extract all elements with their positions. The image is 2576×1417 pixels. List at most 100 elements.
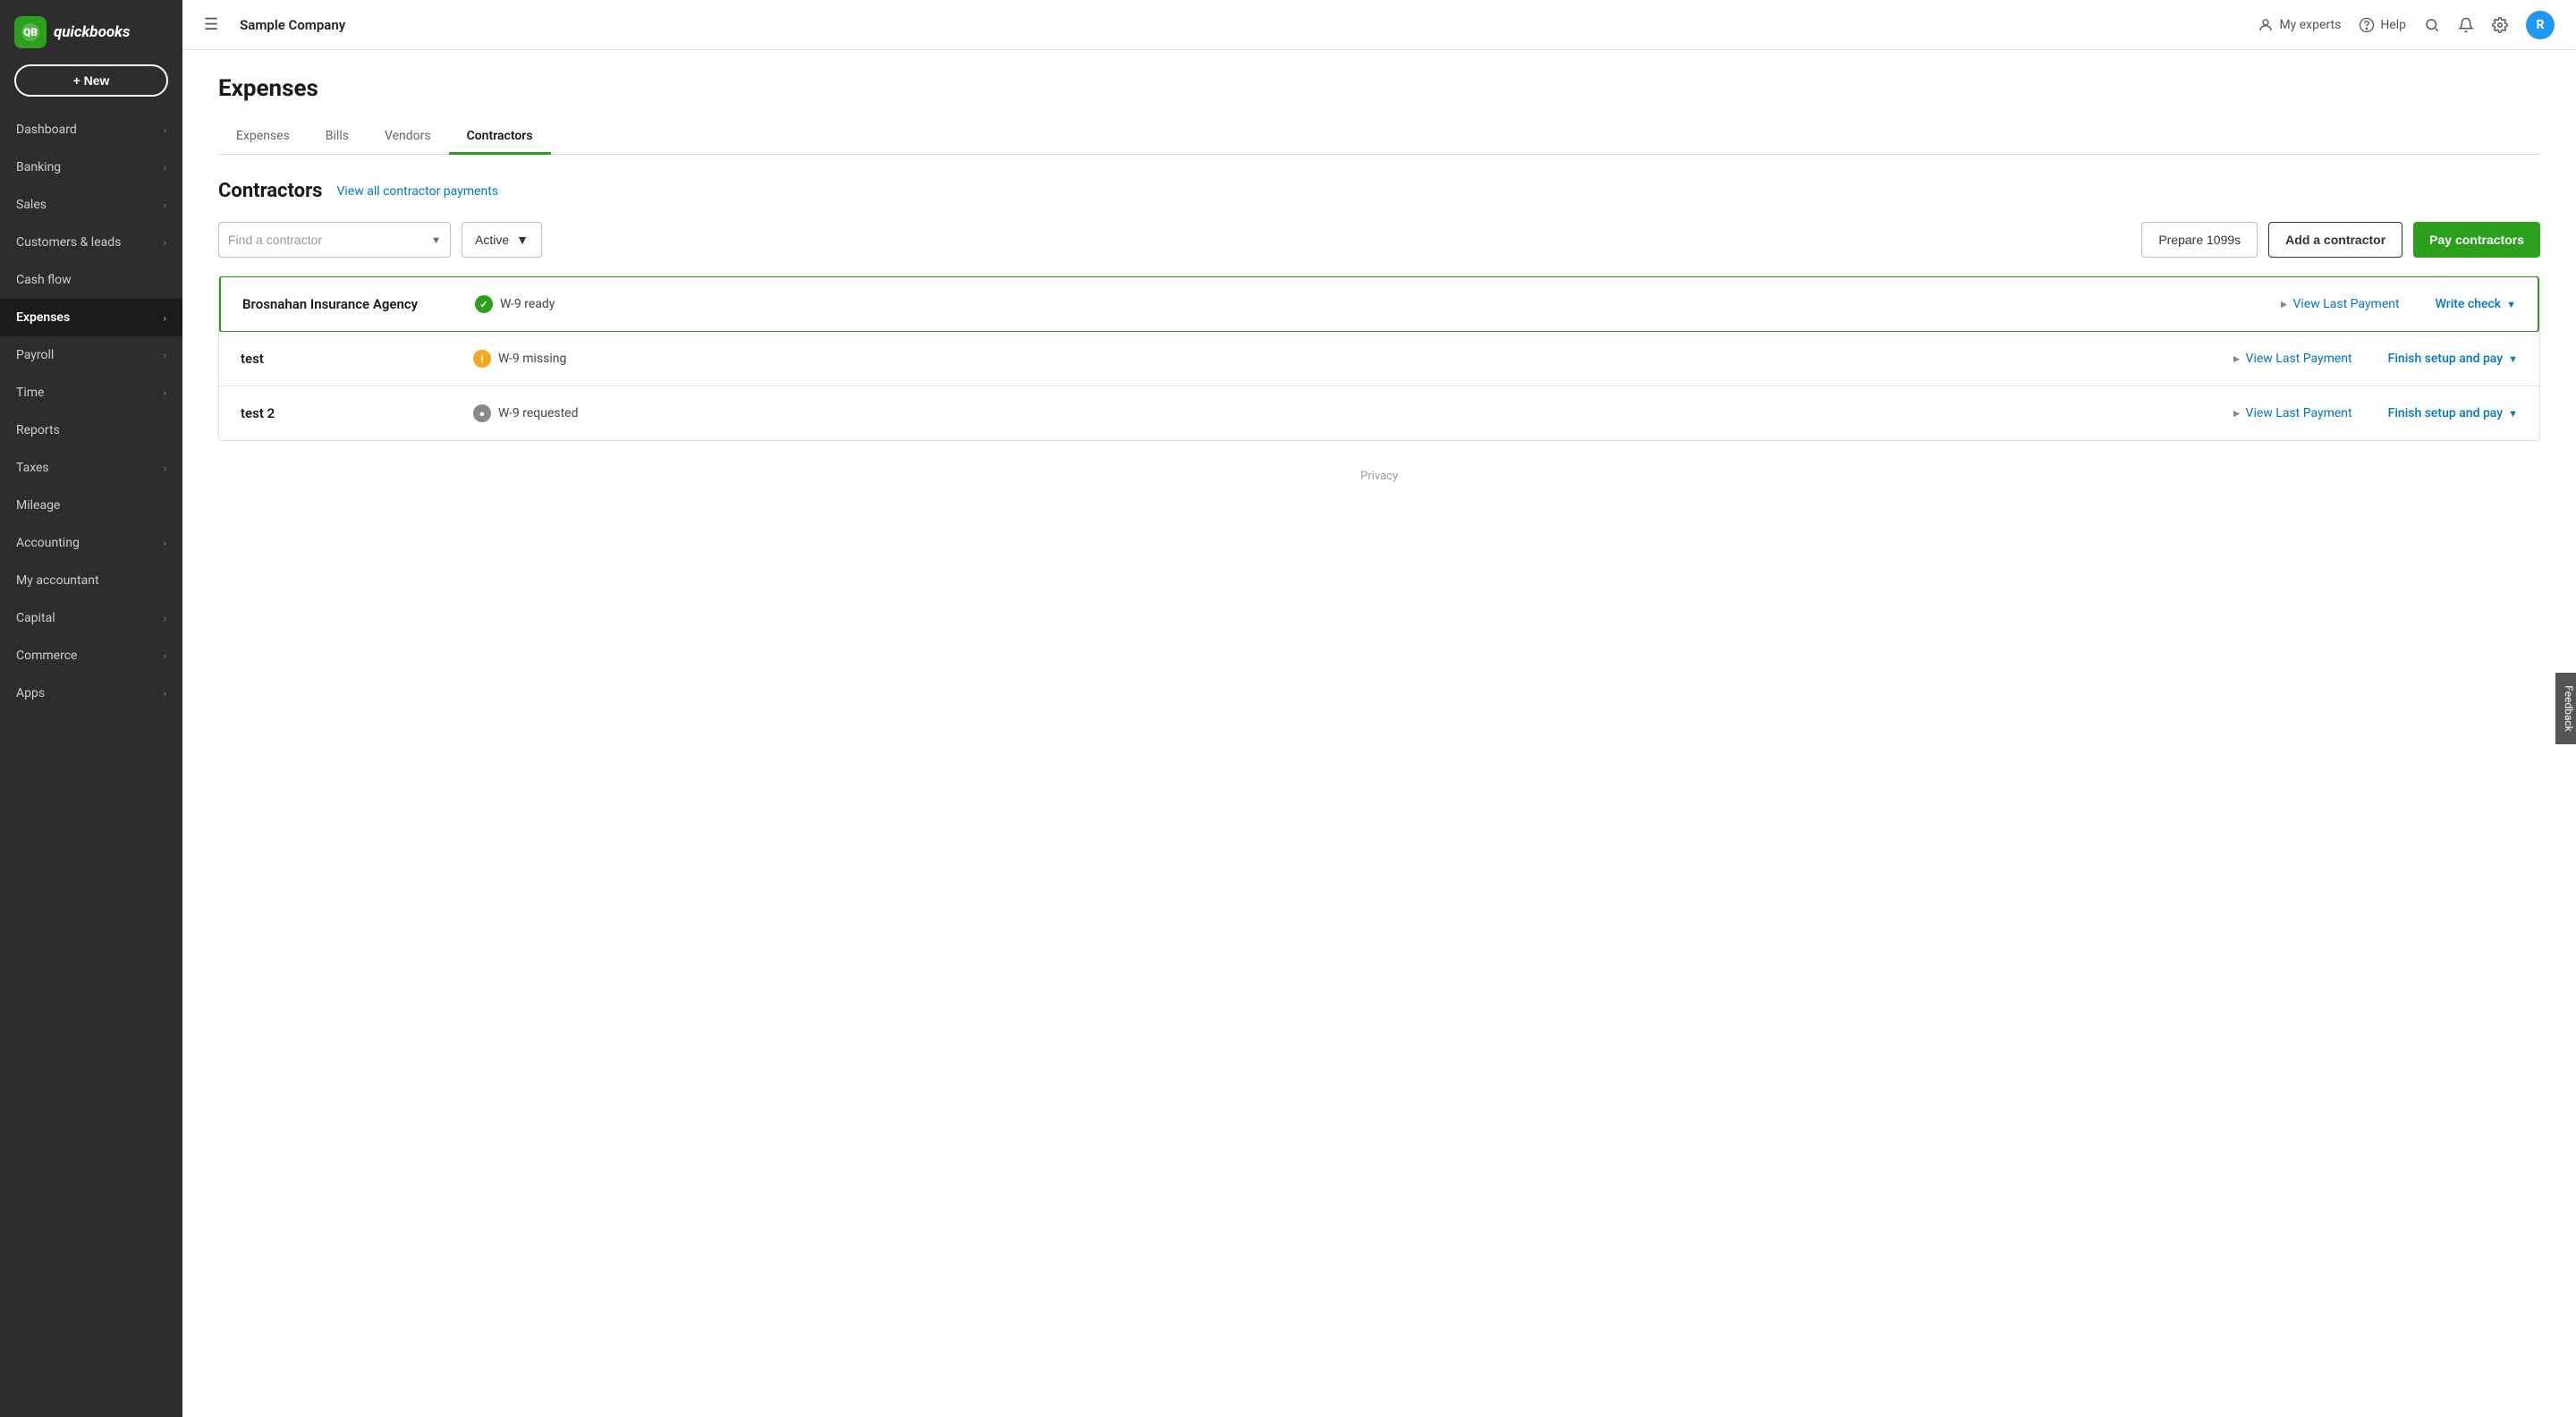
- sidebar-item-capital[interactable]: Capital ›: [0, 599, 182, 637]
- sidebar-item-my-accountant[interactable]: My accountant: [0, 562, 182, 599]
- feedback-tab[interactable]: Feedback: [2555, 673, 2576, 744]
- w9-label-3: W-9 requested: [498, 406, 578, 420]
- view-all-payments-link[interactable]: View all contractor payments: [336, 184, 498, 199]
- sidebar-nav: Dashboard›Banking›Sales›Customers & lead…: [0, 111, 182, 1417]
- add-contractor-button[interactable]: Add a contractor: [2268, 222, 2402, 258]
- w9-status-1: ✓ W-9 ready: [475, 295, 2279, 313]
- finish-setup-chevron-icon-3: ▼: [2508, 408, 2518, 420]
- filter-chevron-icon: ▼: [516, 233, 529, 247]
- notifications-icon[interactable]: [2458, 17, 2474, 33]
- sidebar-item-accounting[interactable]: Accounting ›: [0, 524, 182, 562]
- prepare-1099s-button[interactable]: Prepare 1099s: [2141, 222, 2258, 258]
- write-check-button[interactable]: Write check ▼: [2436, 297, 2516, 311]
- sidebar-item-label: Cash flow: [16, 273, 72, 287]
- view-last-payment-1[interactable]: ► View Last Payment: [2279, 297, 2400, 311]
- finish-setup-pay-button-3[interactable]: Finish setup and pay ▼: [2388, 406, 2518, 420]
- sidebar-item-apps[interactable]: Apps ›: [0, 675, 182, 712]
- search-icon[interactable]: [2424, 17, 2440, 33]
- search-chevron-icon[interactable]: ▼: [431, 234, 441, 246]
- sidebar-item-label: Expenses: [16, 310, 70, 325]
- sidebar-item-label: Sales: [16, 198, 47, 212]
- sidebar-item-chevron-icon: ›: [164, 538, 166, 549]
- tab-contractors[interactable]: Contractors: [449, 120, 551, 155]
- sidebar-item-expenses[interactable]: Expenses ›: [0, 299, 182, 336]
- w9-label-1: W-9 ready: [500, 297, 555, 311]
- sidebar-item-chevron-icon: ›: [164, 613, 166, 624]
- contractor-row-1: Brosnahan Insurance Agency ✓ W-9 ready ►…: [219, 276, 2539, 333]
- logo: QB quickbooks: [0, 0, 182, 61]
- sidebar-item-payroll[interactable]: Payroll ›: [0, 336, 182, 374]
- section-title: Contractors: [218, 180, 322, 202]
- menu-icon[interactable]: ☰: [204, 15, 218, 34]
- w9-status-icon-1: ✓: [475, 295, 493, 313]
- sidebar-item-chevron-icon: ›: [164, 162, 166, 174]
- sidebar-item-chevron-icon: ›: [164, 312, 166, 324]
- w9-status-3: ● W-9 requested: [473, 404, 2232, 422]
- contractor-row-2: test ! W-9 missing ► View Last Payment F…: [219, 332, 2539, 386]
- sidebar-item-label: My accountant: [16, 573, 99, 588]
- tabs: Expenses Bills Vendors Contractors: [218, 120, 2540, 155]
- sidebar-item-sales[interactable]: Sales ›: [0, 186, 182, 224]
- sidebar-item-chevron-icon: ›: [164, 350, 166, 361]
- sidebar-item-label: Accounting: [16, 536, 80, 550]
- w9-label-2: W-9 missing: [498, 352, 566, 366]
- sidebar-item-chevron-icon: ›: [164, 650, 166, 662]
- w9-status-2: ! W-9 missing: [473, 350, 2232, 368]
- main-content: ☰ Sample Company My experts Help R: [182, 0, 2576, 1417]
- write-check-chevron-icon: ▼: [2506, 299, 2516, 310]
- contractors-list: Brosnahan Insurance Agency ✓ W-9 ready ►…: [218, 276, 2540, 441]
- logo-text: quickbooks: [54, 23, 130, 41]
- controls-row: ▼ Active ▼ Prepare 1099s Add a contracto…: [218, 222, 2540, 258]
- sidebar-item-chevron-icon: ›: [164, 199, 166, 211]
- sidebar-item-banking[interactable]: Banking›: [0, 148, 182, 186]
- my-experts-label: My experts: [2279, 18, 2341, 32]
- sidebar-item-mileage[interactable]: Mileage: [0, 487, 182, 524]
- sidebar-item-label: Customers & leads: [16, 235, 121, 250]
- view-last-payment-3[interactable]: ► View Last Payment: [2232, 406, 2352, 420]
- w9-status-icon-3: ●: [473, 404, 491, 422]
- sidebar-item-chevron-icon: ›: [164, 237, 166, 249]
- view-last-payment-2[interactable]: ► View Last Payment: [2232, 352, 2352, 366]
- help-button[interactable]: Help: [2359, 17, 2406, 33]
- sidebar-item-chevron-icon: ›: [164, 462, 166, 474]
- sidebar-item-label: Payroll: [16, 348, 54, 362]
- sidebar-item-label: Commerce: [16, 649, 77, 663]
- search-input[interactable]: [228, 233, 426, 247]
- sidebar-item-taxes[interactable]: Taxes ›: [0, 449, 182, 487]
- search-wrapper: ▼: [218, 222, 451, 258]
- sidebar-item-label: Time: [16, 386, 44, 400]
- topbar: ☰ Sample Company My experts Help R: [182, 0, 2576, 50]
- settings-icon[interactable]: [2492, 17, 2508, 33]
- user-avatar[interactable]: R: [2526, 11, 2555, 39]
- new-button[interactable]: + New: [14, 64, 168, 97]
- pay-contractors-button[interactable]: Pay contractors: [2413, 222, 2540, 258]
- sidebar-item-label: Mileage: [16, 498, 60, 513]
- contractor-row-3: test 2 ● W-9 requested ► View Last Payme…: [219, 386, 2539, 440]
- contractor-name-2: test: [241, 351, 473, 367]
- sidebar-item-label: Taxes: [16, 461, 49, 475]
- sidebar-item-cash-flow[interactable]: Cash flow: [0, 261, 182, 299]
- tab-expenses[interactable]: Expenses: [218, 120, 308, 155]
- finish-setup-pay-button-2[interactable]: Finish setup and pay ▼: [2388, 352, 2518, 366]
- contractor-name-1: Brosnahan Insurance Agency: [242, 296, 475, 312]
- w9-status-icon-2: !: [473, 350, 491, 368]
- sidebar-item-label: Apps: [16, 686, 45, 700]
- section-header: Contractors View all contractor payments: [218, 180, 2540, 202]
- content-area: Expenses Expenses Bills Vendors Contract…: [182, 50, 2576, 1417]
- filter-active-button[interactable]: Active ▼: [462, 222, 542, 258]
- sidebar-item-chevron-icon: ›: [164, 688, 166, 700]
- sidebar-item-time[interactable]: Time›: [0, 374, 182, 412]
- sidebar-item-label: Capital: [16, 611, 55, 625]
- sidebar-item-commerce[interactable]: Commerce ›: [0, 637, 182, 675]
- my-experts-button[interactable]: My experts: [2258, 17, 2341, 33]
- tab-vendors[interactable]: Vendors: [367, 120, 449, 155]
- sidebar-item-customers---leads[interactable]: Customers & leads ›: [0, 224, 182, 261]
- sidebar-item-reports[interactable]: Reports: [0, 412, 182, 449]
- sidebar-item-label: Reports: [16, 423, 60, 437]
- logo-icon: QB: [14, 16, 47, 48]
- sidebar-item-dashboard[interactable]: Dashboard›: [0, 111, 182, 148]
- tab-bills[interactable]: Bills: [308, 120, 367, 155]
- finish-setup-chevron-icon-2: ▼: [2508, 353, 2518, 365]
- page-title: Expenses: [218, 75, 2540, 102]
- topbar-actions: My experts Help R: [2258, 11, 2555, 39]
